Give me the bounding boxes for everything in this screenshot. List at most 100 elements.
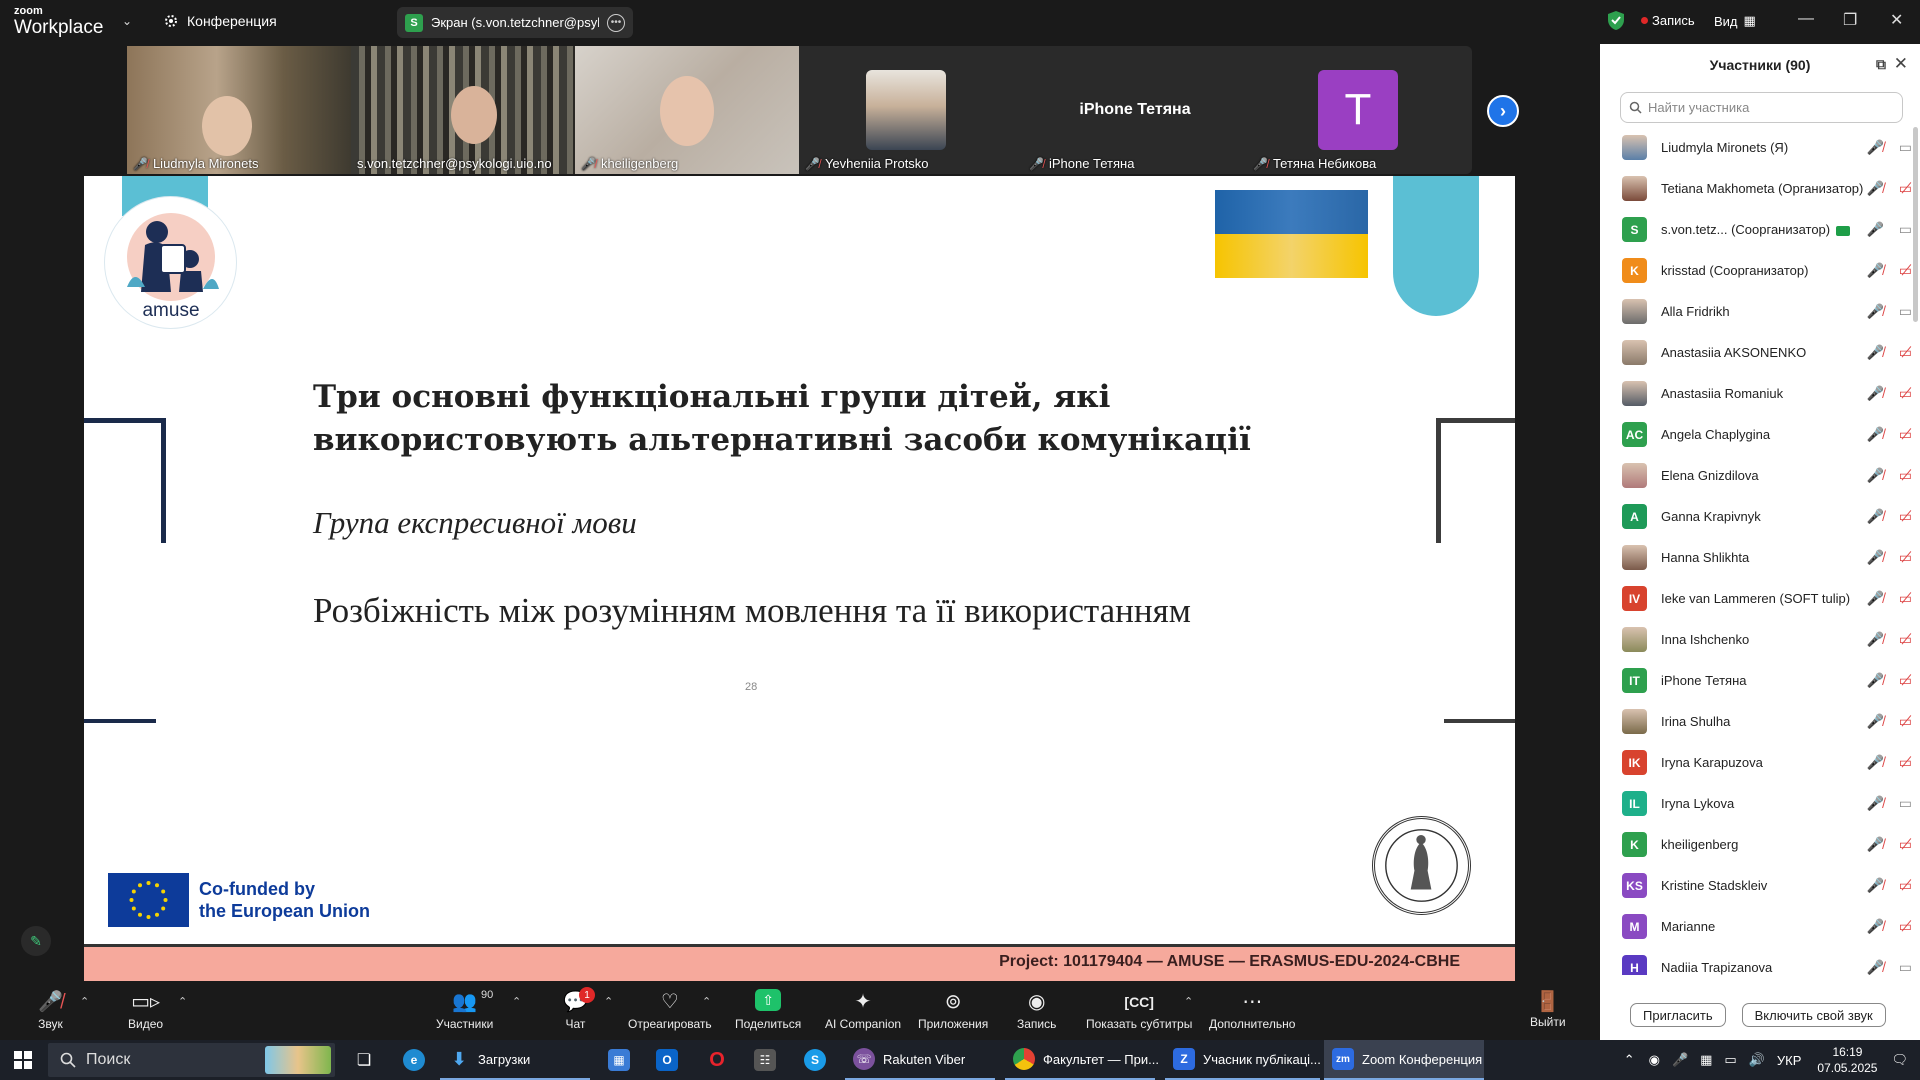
mic-muted-icon[interactable]: 🎤̸ xyxy=(1867,262,1884,279)
video-button[interactable]: ▭▹ Видео xyxy=(128,989,163,1031)
participant-row[interactable]: IT iPhone Тетяна 🎤̸ ▭̸ xyxy=(1600,660,1920,701)
participant-row[interactable]: Kkheiligenberg 🎤̸ ▭̸ xyxy=(1600,824,1920,865)
react-options-caret-icon[interactable]: ⌃ xyxy=(702,995,711,1008)
clock[interactable]: 16:19 07.05.2025 xyxy=(1817,1044,1877,1076)
mic-muted-icon[interactable]: 🎤̸ xyxy=(1867,754,1884,771)
camera-off-icon[interactable]: ▭̸ xyxy=(1899,631,1912,648)
downloads-taskbar-button[interactable]: ⬇ Загрузки xyxy=(440,1040,590,1080)
notifications-icon[interactable]: 🗨 xyxy=(1891,1052,1908,1068)
meeting-info-button[interactable]: Конференция xyxy=(163,13,277,29)
security-shield-icon[interactable] xyxy=(1607,10,1625,31)
video-tile[interactable]: 🎤̸ Liudmyla Mironets xyxy=(127,46,351,174)
mic-muted-icon[interactable]: 🎤̸ xyxy=(1867,713,1884,730)
camera-off-icon[interactable]: ▭̸ xyxy=(1899,590,1912,607)
taskbar-search[interactable]: Поиск xyxy=(48,1043,335,1077)
camera-off-icon[interactable]: ▭̸ xyxy=(1899,467,1912,484)
participant-row[interactable]: H Nadiia Trapizanova 🎤̸ ▭ xyxy=(1600,947,1920,975)
language-indicator[interactable]: УКР xyxy=(1777,1053,1802,1068)
leave-button[interactable]: 🚪 Выйти xyxy=(1530,989,1566,1029)
video-tile[interactable]: iPhone Тетяна 🎤̸ iPhone Тетяна xyxy=(1023,46,1247,174)
camera-icon[interactable]: ▭ xyxy=(1899,303,1912,320)
participant-row[interactable]: Liudmyla Mironets (Я) 🎤̸ ▭ xyxy=(1600,127,1920,168)
chrome-window-2-button[interactable]: Z Учасник публікаці... xyxy=(1165,1040,1321,1080)
mic-muted-icon[interactable]: 🎤̸ xyxy=(1867,385,1884,402)
apps-button[interactable]: ⊚ Приложения xyxy=(918,989,988,1031)
camera-icon[interactable]: ▭ xyxy=(1899,221,1912,238)
camera-tray-icon[interactable]: ◉ xyxy=(1649,1052,1660,1068)
calculator-taskbar-button[interactable]: ☷ xyxy=(746,1040,784,1080)
chrome-window-1-button[interactable]: Факультет — При... xyxy=(1005,1040,1159,1080)
camera-off-icon[interactable]: ▭̸ xyxy=(1899,385,1912,402)
participant-list[interactable]: Liudmyla Mironets (Я) 🎤̸ ▭ Tetiana Makhomet… xyxy=(1600,127,1920,975)
show-hidden-icons-chevron-icon[interactable]: ⌃ xyxy=(1624,1052,1635,1068)
participant-row[interactable]: IK Iryna Karapuzova 🎤̸ ▭̸ xyxy=(1600,742,1920,783)
participant-row[interactable]: Irina Shulha 🎤̸ ▭̸ xyxy=(1600,701,1920,742)
captions-button[interactable]: [CC] Показать субтитры xyxy=(1086,989,1192,1031)
edge-taskbar-button[interactable]: e xyxy=(395,1040,433,1080)
video-options-caret-icon[interactable]: ⌃ xyxy=(178,995,187,1008)
skype-taskbar-button[interactable]: S xyxy=(796,1040,834,1080)
mic-tray-icon[interactable]: 🎤 xyxy=(1672,1052,1688,1068)
participants-options-caret-icon[interactable]: ⌃ xyxy=(512,995,521,1008)
participant-row[interactable]: Kkrisstad (Соорганизатор) 🎤̸ ▭̸ xyxy=(1600,250,1920,291)
zoom-meeting-taskbar-button[interactable]: zm Zoom Конференция xyxy=(1324,1040,1484,1080)
opera-taskbar-button[interactable]: O xyxy=(698,1040,736,1080)
annotate-pencil-icon[interactable]: ✎ xyxy=(21,926,51,956)
react-button[interactable]: ♡ Отреагировать xyxy=(628,989,712,1031)
chevron-down-icon[interactable]: ⌄ xyxy=(122,14,132,28)
mic-muted-icon[interactable]: 🎤̸ xyxy=(1867,549,1884,566)
video-tile[interactable]: T 🎤̸ Тетяна Небикова xyxy=(1247,46,1471,174)
camera-off-icon[interactable]: ▭̸ xyxy=(1899,672,1912,689)
unmute-myself-button[interactable]: Включить свой звук xyxy=(1741,1003,1886,1027)
viber-taskbar-button[interactable]: ☏ Rakuten Viber xyxy=(845,1040,995,1080)
mic-muted-icon[interactable]: 🎤̸ xyxy=(1867,139,1884,156)
camera-icon[interactable]: ▭ xyxy=(1899,139,1912,156)
close-panel-icon[interactable]: ✕ xyxy=(1894,54,1908,74)
mic-muted-icon[interactable]: 🎤̸ xyxy=(1867,467,1884,484)
display-icon[interactable]: ▭ xyxy=(1724,1052,1736,1068)
restore-icon[interactable]: ❐ xyxy=(1843,10,1857,30)
more-icon[interactable]: ••• xyxy=(607,13,625,32)
mic-muted-icon[interactable]: 🎤̸ xyxy=(1867,918,1884,935)
participant-row[interactable]: Alla Fridrikh 🎤̸ ▭ xyxy=(1600,291,1920,332)
camera-off-icon[interactable]: ▭̸ xyxy=(1899,426,1912,443)
camera-off-icon[interactable]: ▭̸ xyxy=(1899,549,1912,566)
participant-search-input[interactable]: Найти участника xyxy=(1620,92,1903,123)
recording-indicator[interactable]: Запись xyxy=(1641,13,1695,28)
ai-companion-button[interactable]: ✦ AI Companion xyxy=(825,989,901,1031)
participant-row[interactable]: Elena Gnizdilova 🎤̸ ▭̸ xyxy=(1600,455,1920,496)
chat-options-caret-icon[interactable]: ⌃ xyxy=(604,995,613,1008)
camera-off-icon[interactable]: ▭̸ xyxy=(1899,836,1912,853)
participant-row[interactable]: Hanna Shlikhta 🎤̸ ▭̸ xyxy=(1600,537,1920,578)
participant-row[interactable]: M Marianne 🎤̸ ▭̸ xyxy=(1600,906,1920,947)
mic-muted-icon[interactable]: 🎤̸ xyxy=(1867,836,1884,853)
mic-muted-icon[interactable]: 🎤̸ xyxy=(1867,180,1884,197)
participant-row[interactable]: Inna Ishchenko 🎤̸ ▭̸ xyxy=(1600,619,1920,660)
network-icon[interactable]: ▦ xyxy=(1700,1052,1712,1068)
camera-off-icon[interactable]: ▭̸ xyxy=(1899,262,1912,279)
mic-muted-icon[interactable]: 🎤̸ xyxy=(1867,672,1884,689)
zoom-workplace-logo[interactable]: zoom Workplace xyxy=(14,6,103,38)
camera-icon[interactable]: ▭ xyxy=(1899,795,1912,812)
camera-off-icon[interactable]: ▭̸ xyxy=(1899,713,1912,730)
audio-options-caret-icon[interactable]: ⌃ xyxy=(80,995,89,1008)
minimize-icon[interactable]: — xyxy=(1798,10,1814,28)
store-taskbar-button[interactable]: ▦ xyxy=(600,1040,638,1080)
video-tile[interactable]: 🎤̸ kheiligenberg xyxy=(575,46,799,174)
screen-share-indicator[interactable]: S Экран (s.von.tetzchner@psykologi.uio.n… xyxy=(397,7,633,38)
close-icon[interactable]: ✕ xyxy=(1890,10,1903,30)
popout-icon[interactable]: ⧉ xyxy=(1876,56,1886,73)
share-screen-button[interactable]: ⇧ Поделиться xyxy=(735,989,801,1031)
audio-button[interactable]: 🎤̸ Звук xyxy=(38,989,63,1031)
camera-off-icon[interactable]: ▭̸ xyxy=(1899,918,1912,935)
participant-row[interactable]: AC Angela Chaplygina 🎤̸ ▭̸ xyxy=(1600,414,1920,455)
captions-options-caret-icon[interactable]: ⌃ xyxy=(1184,995,1193,1008)
next-page-arrow-icon[interactable]: › xyxy=(1487,95,1519,127)
participant-row[interactable]: Ss.von.tetz... (Соорганизатор) 🎤 ▭ xyxy=(1600,209,1920,250)
mic-muted-icon[interactable]: 🎤̸ xyxy=(1867,590,1884,607)
record-button[interactable]: ◉ Запись xyxy=(1017,989,1056,1031)
mic-muted-icon[interactable]: 🎤̸ xyxy=(1867,795,1884,812)
video-tile-active-speaker[interactable]: s.von.tetzchner@psykologi.uio.no xyxy=(351,46,575,174)
camera-off-icon[interactable]: ▭̸ xyxy=(1899,754,1912,771)
camera-off-icon[interactable]: ▭̸ xyxy=(1899,344,1912,361)
